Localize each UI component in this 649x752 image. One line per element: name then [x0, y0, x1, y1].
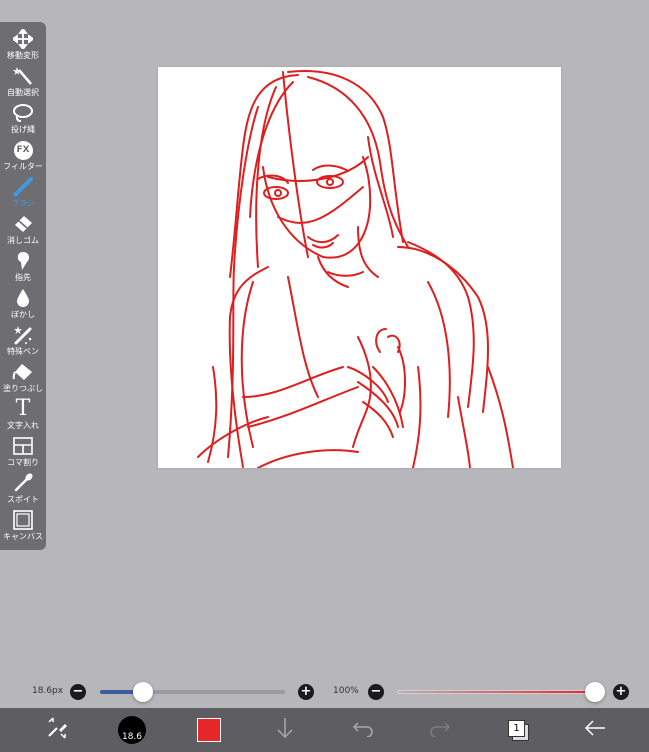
redo-icon [429, 719, 451, 741]
tool-label: ぼかし [11, 310, 35, 319]
tool-filter[interactable]: FX フィルター [0, 139, 46, 176]
text-tool-icon: T [12, 398, 34, 420]
tool-eraser[interactable]: 消しゴム [0, 213, 46, 250]
tool-label: コマ割り [7, 458, 39, 467]
opacity-increase-button[interactable]: + [613, 684, 629, 700]
brush-size-slider-thumb[interactable] [132, 682, 153, 702]
tool-label: 消しゴム [7, 236, 39, 245]
layer-count: 1 [508, 720, 525, 737]
arrow-down-icon [275, 717, 295, 743]
move-transform-icon [12, 28, 34, 50]
tool-label: 指先 [15, 273, 31, 282]
frame-divider-icon [12, 435, 34, 457]
tool-label: 塗りつぶし [2, 384, 44, 393]
tool-label: フィルター [3, 162, 43, 171]
opacity-value: 100% [333, 686, 359, 696]
drawing-canvas[interactable] [158, 67, 561, 468]
tool-canvas[interactable]: キャンバス [0, 509, 46, 546]
finger-smudge-icon [12, 250, 34, 272]
tool-label: 移動変形 [7, 51, 39, 60]
undo-icon [352, 719, 374, 741]
tool-auto-select[interactable]: 自動選択 [0, 65, 46, 102]
brush-size-value: 18.6px [32, 686, 64, 696]
tool-switch-button[interactable] [40, 708, 74, 752]
download-button[interactable] [270, 708, 300, 752]
left-toolbar: 移動変形 自動選択 投げ縄 FX フィルター ブラシ 消しゴム 指先 ぼかし 特… [0, 22, 46, 550]
color-button[interactable] [195, 708, 223, 752]
tool-label: 文字入れ [7, 421, 39, 430]
undo-button[interactable] [348, 708, 378, 752]
tool-eyedropper[interactable]: スポイト [0, 472, 46, 509]
brush-size-increase-button[interactable]: + [298, 684, 314, 700]
tool-label: 投げ縄 [11, 125, 35, 134]
tool-brush[interactable]: ブラシ [0, 176, 46, 213]
brush-icon [12, 176, 34, 198]
tool-fill[interactable]: 塗りつぶし [0, 361, 46, 398]
tool-text[interactable]: T 文字入れ [0, 398, 46, 435]
layers-icon: 1 [507, 719, 529, 741]
text-glyph: T [15, 396, 31, 421]
brush-preview-circle: 18.6 [118, 716, 146, 744]
slider-row: 18.6px − + 100% − + [0, 676, 649, 708]
sketch-drawing [197, 70, 514, 468]
arrow-left-icon [584, 719, 606, 741]
bottom-toolbar: 18.6 1 [0, 708, 649, 752]
eraser-icon [12, 213, 34, 235]
lasso-icon [12, 102, 34, 124]
tool-label: 自動選択 [7, 88, 39, 97]
current-color-swatch [197, 718, 221, 742]
brush-eraser-switch-icon [45, 716, 69, 744]
brush-size-badge: 18.6 [121, 732, 143, 742]
fill-bucket-icon [12, 361, 34, 383]
brush-size-button[interactable]: 18.6 [116, 708, 148, 752]
fx-glyph: FX [13, 140, 33, 160]
tool-special-pen[interactable]: 特殊ペン [0, 324, 46, 361]
tool-frame-divider[interactable]: コマ割り [0, 435, 46, 472]
tool-label: ブラシ [11, 199, 35, 208]
tool-label: スポイト [7, 495, 39, 504]
tool-blur[interactable]: ぼかし [0, 287, 46, 324]
magic-wand-icon [12, 65, 34, 87]
brush-size-decrease-button[interactable]: − [70, 684, 86, 700]
canvas-icon [12, 509, 34, 531]
eyedropper-icon [12, 472, 34, 494]
redo-button[interactable] [425, 708, 455, 752]
blur-drop-icon [12, 287, 34, 309]
tool-label: キャンバス [3, 532, 43, 541]
fx-filter-icon: FX [12, 139, 34, 161]
tool-lasso[interactable]: 投げ縄 [0, 102, 46, 139]
tool-label: 特殊ペン [7, 347, 39, 356]
special-pen-icon [12, 324, 34, 346]
opacity-decrease-button[interactable]: − [368, 684, 384, 700]
layers-button[interactable]: 1 [503, 708, 533, 752]
tool-move-transform[interactable]: 移動変形 [0, 28, 46, 65]
back-button[interactable] [580, 708, 610, 752]
opacity-track[interactable] [397, 690, 595, 694]
opacity-slider-thumb[interactable] [585, 682, 605, 702]
tool-finger[interactable]: 指先 [0, 250, 46, 287]
